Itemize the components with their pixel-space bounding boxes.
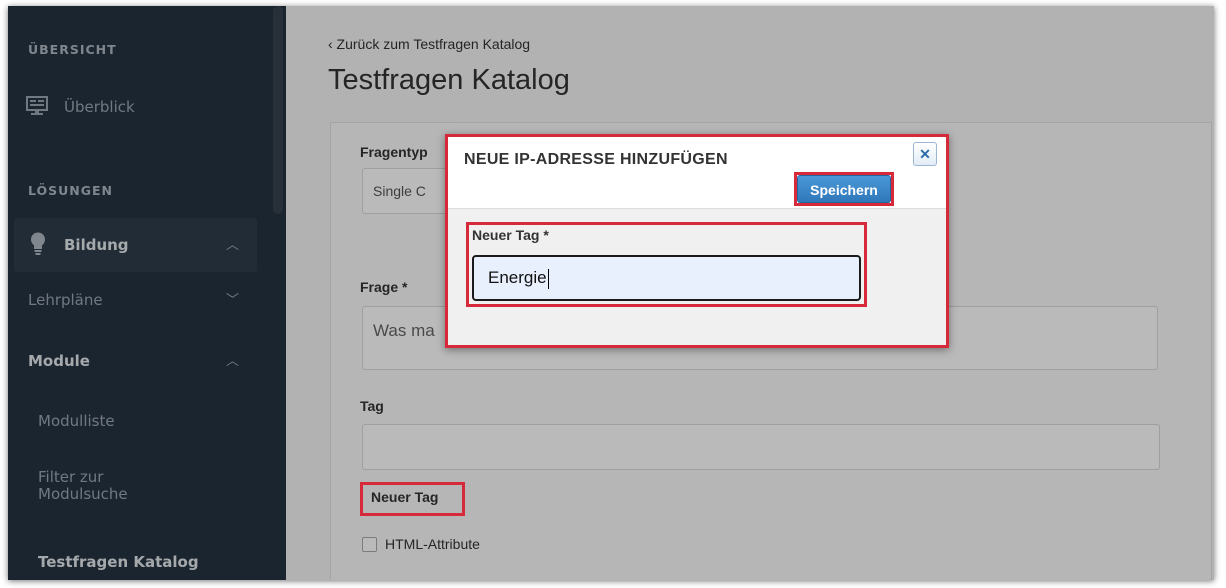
highlight-new-tag-field	[466, 222, 867, 307]
highlight-new-tag	[360, 482, 465, 516]
app-window: ÜBERSICHT Überblick LÖSUNGEN Bildung ︿ L…	[8, 6, 1214, 580]
highlight-save-button	[794, 172, 894, 206]
new-tag-modal: NEUE IP-ADRESSE HINZUFÜGEN ✕ Speichern N…	[445, 134, 949, 348]
